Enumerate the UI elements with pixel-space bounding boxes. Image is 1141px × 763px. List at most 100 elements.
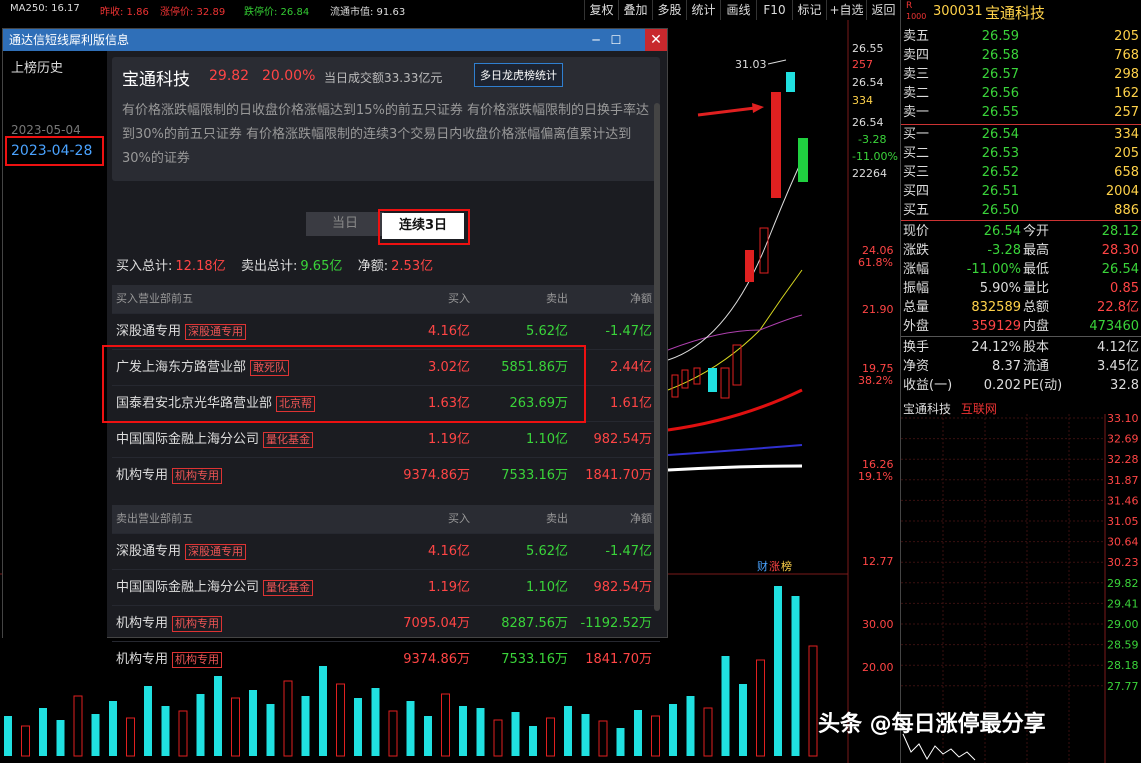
level-label: 买二	[903, 146, 930, 161]
quote-header: R 1000 300031 宝通科技	[901, 0, 1141, 26]
bid-row[interactable]: 买二 26.53 205	[901, 144, 1141, 163]
multi-day-stats-button[interactable]: 多日龙虎榜统计	[474, 63, 563, 87]
bid-row[interactable]: 买三 26.52 658	[901, 163, 1141, 182]
level-volume: 257	[1114, 105, 1139, 120]
back-button[interactable]: 返回	[866, 0, 900, 20]
column-header: 买入营业部前五	[116, 292, 193, 305]
bid-row[interactable]: 买五 26.50 886	[901, 201, 1141, 220]
volume-bar	[91, 714, 100, 756]
table-row[interactable]: 深股通专用 深股通专用 4.16亿 5.62亿 -1.47亿	[112, 533, 660, 569]
volume-bar	[721, 656, 730, 756]
draw-line-button[interactable]: 画线	[720, 0, 756, 20]
f10-button[interactable]: F10	[756, 0, 792, 20]
table-row[interactable]: 深股通专用 深股通专用 4.16亿 5.62亿 -1.47亿	[112, 313, 660, 349]
buy-value: 7095.04万	[403, 616, 470, 631]
mini-axis-label: 33.10	[1107, 414, 1139, 425]
fall-price-label: 跌停价: 26.84	[244, 7, 310, 18]
mini-axis-label: 28.59	[1107, 639, 1139, 652]
watermark: 头条 @每日涨停最分享	[818, 712, 1046, 737]
sell-value: 5.62亿	[526, 544, 568, 559]
info-label: 总额	[1023, 300, 1050, 315]
totals-bar: 买入总计: 12.18亿 卖出总计: 9.65亿 净额: 2.53亿	[116, 255, 436, 274]
ask-row[interactable]: 卖三 26.57 298	[901, 65, 1141, 84]
mini-axis-label: 32.28	[1107, 453, 1139, 466]
info-value: -3.28	[987, 243, 1021, 258]
table-row[interactable]: 机构专用 机构专用 9374.86万 7533.16万 1841.70万	[112, 457, 660, 493]
axis-label: 38.2%	[858, 374, 893, 387]
level-volume: 298	[1114, 67, 1139, 82]
info-row: 净资 8.37 流通 3.45亿	[901, 357, 1141, 376]
net-value: -1.47亿	[605, 544, 652, 559]
info-label: 内盘	[1023, 319, 1050, 334]
turnover-label: 当日成交额33.33亿元	[324, 71, 443, 85]
buy-value: 4.16亿	[428, 544, 470, 559]
stock-price: 29.82	[209, 68, 250, 84]
listing-reason: 有价格涨跌幅限制的日收盘价格涨幅达到15%的前五只证券 有价格涨跌幅限制的日换手…	[122, 103, 650, 166]
tab-today[interactable]: 当日	[306, 212, 384, 236]
table-row[interactable]: 中国国际金融上海分公司 量化基金 1.19亿 1.10亿 982.54万	[112, 421, 660, 457]
top-toolbar: MA250: 16.17 昨收: 1.86 涨停价: 32.89 跌停价: 26…	[0, 0, 900, 20]
volume-bar	[634, 710, 642, 756]
volume-bar	[739, 684, 747, 756]
sub-label: 1000	[906, 12, 927, 21]
net-value: -1192.52万	[580, 616, 652, 631]
close-icon[interactable]: ✕	[645, 29, 667, 51]
buy-value: 9374.86万	[403, 468, 470, 483]
info-value: 3.45亿	[1097, 359, 1139, 374]
history-panel: 上榜历史 2023-05-04 2023-04-28	[3, 51, 107, 639]
minimize-icon[interactable]: ─	[587, 29, 605, 51]
bid-row[interactable]: 买一 26.54 334	[901, 125, 1141, 144]
volume-bar	[774, 586, 782, 756]
level-price: 26.59	[981, 29, 1019, 44]
table-row[interactable]: 机构专用 机构专用 9374.86万 7533.16万 1841.70万	[112, 641, 660, 677]
fuquan-button[interactable]: 复权	[584, 0, 618, 20]
bid-row[interactable]: 买四 26.51 2004	[901, 182, 1141, 201]
ask-row[interactable]: 卖一 26.55 257	[901, 103, 1141, 122]
volume-bar	[161, 706, 170, 756]
zhang-label: 涨	[769, 560, 780, 573]
info-label: 最高	[1023, 243, 1050, 258]
stats-button[interactable]: 统计	[686, 0, 720, 20]
broker-tag: 机构专用	[172, 615, 223, 632]
ask-row[interactable]: 卖四 26.58 768	[901, 46, 1141, 65]
mini-axis-label: 29.00	[1107, 618, 1139, 631]
overlay-button[interactable]: 叠加	[618, 0, 652, 20]
mini-axis-label: 30.23	[1107, 556, 1139, 569]
bang-label: 榜	[781, 559, 792, 573]
broker-label: 中国国际金融上海分公司	[116, 580, 260, 595]
level-volume: 334	[1114, 127, 1139, 142]
column-header: 买入	[448, 512, 470, 525]
ask-row[interactable]: 卖五 26.59 205	[901, 27, 1141, 46]
add-favorite-button[interactable]: +自选	[826, 0, 866, 20]
high-label: 31.03	[735, 58, 767, 71]
tab-3days[interactable]: 连续3日	[382, 213, 464, 239]
lhb-info-popup: 通达信短线犀利版信息 ─ ☐ ✕ 上榜历史 2023-05-04 2023-04…	[2, 28, 668, 668]
column-header: 净额	[630, 512, 652, 525]
net-label: 净额:	[357, 259, 389, 274]
scrollbar[interactable]	[654, 103, 660, 611]
cai-label: 财	[757, 559, 768, 573]
info-row: 外盘 359129 内盘 473460	[901, 317, 1141, 336]
history-date[interactable]: 2023-05-04	[11, 123, 81, 137]
volume-bar	[144, 686, 152, 756]
mini-axis-label: 29.41	[1107, 597, 1139, 610]
volume-bar	[476, 708, 485, 756]
volume-bar	[511, 712, 520, 756]
multi-stock-button[interactable]: 多股	[652, 0, 686, 20]
sell-value: 1.10亿	[526, 432, 568, 447]
mini-axis-label: 31.87	[1107, 474, 1139, 487]
level-label: 买三	[903, 165, 930, 180]
history-date-selected[interactable]: 2023-04-28	[5, 136, 104, 166]
ask-row[interactable]: 卖二 26.56 162	[901, 84, 1141, 103]
maximize-icon[interactable]: ☐	[607, 29, 625, 51]
info-value: 8.37	[992, 359, 1021, 374]
broker-name: 中国国际金融上海分公司 量化基金	[116, 570, 314, 606]
mini-axis-label: 29.82	[1107, 577, 1139, 590]
buy-total: 12.18亿	[175, 259, 226, 274]
table-row[interactable]: 中国国际金融上海分公司 量化基金 1.19亿 1.10亿 982.54万	[112, 569, 660, 605]
info-value: 473460	[1089, 319, 1139, 334]
table-row[interactable]: 机构专用 机构专用 7095.04万 8287.56万 -1192.52万	[112, 605, 660, 641]
buy-value: 1.19亿	[428, 432, 470, 447]
mark-button[interactable]: 标记	[792, 0, 826, 20]
info-label: 量比	[1023, 281, 1050, 296]
